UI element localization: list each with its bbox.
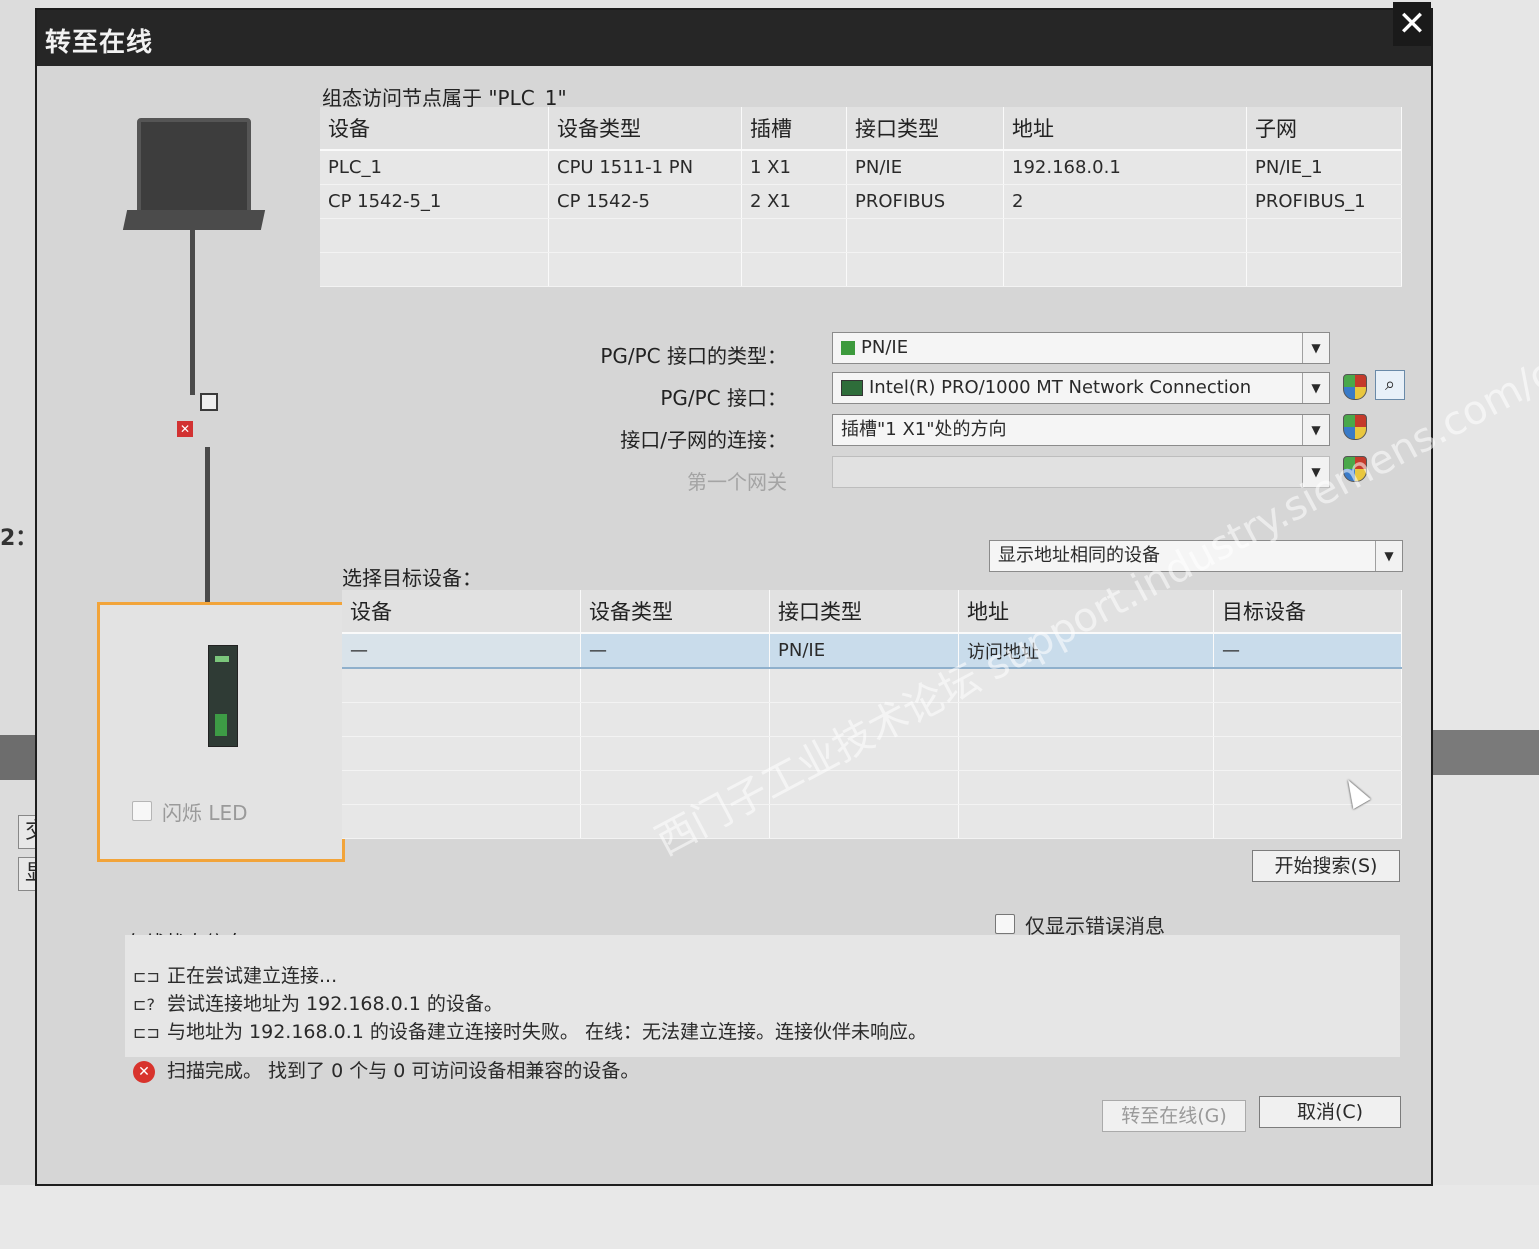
- table-row: [342, 804, 1402, 839]
- table-row: [342, 770, 1402, 805]
- table-cell: PN/IE_1: [1246, 150, 1402, 185]
- table-cell: CP 1542-5: [548, 184, 742, 219]
- pgpc-iface-label: PG/PC 接口：: [660, 386, 787, 410]
- errors-only-checkbox[interactable]: [995, 914, 1015, 934]
- status-message: ✕ 扫描完成。 找到了 0 个与 0 可访问设备相兼容的设备。: [133, 1056, 639, 1083]
- table-cell: PROFIBUS: [846, 184, 1004, 219]
- table-cell: CPU 1511-1 PN: [548, 150, 742, 185]
- config-col-slot[interactable]: 插槽: [741, 107, 847, 151]
- pg-laptop-icon: [137, 118, 251, 218]
- background-app-left: [0, 0, 40, 1249]
- table-cell: CP 1542-5_1: [320, 184, 549, 219]
- close-icon[interactable]: ✕: [1393, 2, 1431, 46]
- background-label: 2：: [0, 526, 38, 551]
- table-cell: PROFIBUS_1: [1246, 184, 1402, 219]
- table-cell[interactable]: 访问地址: [958, 632, 1214, 669]
- properties-shield-icon[interactable]: [1343, 414, 1367, 440]
- first-gateway-select: ▼: [832, 456, 1330, 488]
- target-filter-select[interactable]: 显示地址相同的设备 ▼: [989, 540, 1403, 572]
- config-col-address[interactable]: 地址: [1003, 107, 1247, 151]
- table-cell: PLC_1: [320, 150, 549, 185]
- flash-led-label: 闪烁 LED: [162, 801, 248, 825]
- network-icon: ⊏⊐: [133, 966, 160, 986]
- background-strip-right: [1433, 730, 1539, 775]
- connection-error-icon: ✕: [177, 421, 193, 437]
- network-icon: ⊏⊐: [133, 1022, 160, 1042]
- chevron-down-icon: ▼: [1302, 457, 1329, 487]
- pgpc-type-label: PG/PC 接口的类型：: [600, 344, 787, 368]
- chevron-down-icon[interactable]: ▼: [1302, 373, 1329, 403]
- status-message: ⊏⊐ 与地址为 192.168.0.1 的设备建立连接时失败。 在线：无法建立连接…: [133, 1021, 927, 1043]
- pgpc-iface-select[interactable]: Intel(R) PRO/1000 MT Network Connection …: [832, 372, 1330, 404]
- target-devices-heading: 选择目标设备：: [342, 566, 482, 590]
- config-col-subnet[interactable]: 子网: [1246, 107, 1402, 151]
- table-row: [342, 668, 1402, 703]
- table-cell: 2 X1: [741, 184, 847, 219]
- network-question-icon: ⊏?: [133, 994, 155, 1014]
- target-col-type[interactable]: 设备类型: [580, 590, 770, 634]
- table-row[interactable]: PLC_1 CPU 1511-1 PN 1 X1 PN/IE 192.168.0…: [320, 150, 1402, 185]
- cable-line: [190, 230, 195, 395]
- table-row: [320, 252, 1402, 287]
- table-row: [342, 736, 1402, 771]
- table-cell: PN/IE: [769, 632, 959, 669]
- target-device-panel: 闪烁 LED: [97, 602, 345, 862]
- subnet-connection-select[interactable]: 插槽"1 X1"处的方向 ▼: [832, 414, 1330, 446]
- properties-shield-icon[interactable]: [1343, 374, 1367, 400]
- error-icon: ✕: [133, 1060, 155, 1083]
- go-online-dialog: 转至在线 ✕ ✕ 闪烁 LED 组态访问节点属于 "PLC_1" 设备 设备类型…: [35, 2, 1539, 1186]
- first-gateway-label: 第一个网关: [687, 470, 787, 494]
- start-search-button[interactable]: 开始搜索(S): [1252, 850, 1400, 882]
- pg-laptop-base: [122, 210, 266, 230]
- config-col-device[interactable]: 设备: [320, 107, 549, 151]
- pgpc-type-value: PN/IE: [861, 337, 909, 358]
- table-cell: 2: [1003, 184, 1247, 219]
- properties-shield-icon[interactable]: [1343, 456, 1367, 482]
- dialog-titlebar: 转至在线: [37, 10, 1431, 66]
- chevron-down-icon[interactable]: ▼: [1375, 541, 1402, 571]
- config-table: 设备 设备类型 插槽 接口类型 地址 子网 PLC_1 CPU 1511-1 P…: [320, 107, 1402, 287]
- table-row: [320, 218, 1402, 253]
- table-row[interactable]: — — PN/IE 访问地址 —: [342, 632, 1402, 669]
- diagnostics-search-icon[interactable]: ⌕: [1375, 370, 1405, 400]
- background-app-right: [1433, 0, 1539, 730]
- target-devices-table: 设备 设备类型 接口类型 地址 目标设备 — — PN/IE 访问地址 —: [342, 590, 1402, 839]
- online-status-log: ⊏⊐ 正在尝试建立连接... ⊏? 尝试连接地址为 192.168.0.1 的设备。…: [125, 935, 1400, 1057]
- target-col-device[interactable]: 设备: [342, 590, 581, 634]
- pnie-icon: [841, 341, 855, 355]
- status-message: ⊏? 尝试连接地址为 192.168.0.1 的设备。: [133, 993, 503, 1015]
- cancel-button[interactable]: 取消(C): [1259, 1096, 1401, 1128]
- target-col-target[interactable]: 目标设备: [1213, 590, 1402, 634]
- target-filter-value: 显示地址相同的设备: [998, 545, 1160, 566]
- table-row[interactable]: CP 1542-5_1 CP 1542-5 2 X1 PROFIBUS 2 PR…: [320, 184, 1402, 219]
- subnet-connection-value: 插槽"1 X1"处的方向: [841, 419, 1007, 440]
- table-cell: —: [342, 632, 581, 669]
- table-cell: 1 X1: [741, 150, 847, 185]
- target-col-iface[interactable]: 接口类型: [769, 590, 959, 634]
- status-message: ⊏⊐ 正在尝试建立连接...: [133, 965, 338, 987]
- chevron-down-icon[interactable]: ▼: [1302, 415, 1329, 445]
- config-col-type[interactable]: 设备类型: [548, 107, 742, 151]
- config-col-iface[interactable]: 接口类型: [846, 107, 1004, 151]
- table-cell: —: [1213, 632, 1402, 669]
- table-cell: —: [580, 632, 770, 669]
- table-cell: 192.168.0.1: [1003, 150, 1247, 185]
- background-app-bottom: [0, 1185, 1539, 1249]
- plc-device-icon: [208, 645, 238, 747]
- flash-led-checkbox[interactable]: [132, 801, 152, 821]
- go-online-button[interactable]: 转至在线(G): [1102, 1100, 1246, 1132]
- connector-icon: [200, 393, 218, 411]
- pgpc-iface-value: Intel(R) PRO/1000 MT Network Connection: [869, 377, 1252, 398]
- table-cell: PN/IE: [846, 150, 1004, 185]
- table-row: [342, 702, 1402, 737]
- subnet-connection-label: 接口/子网的连接：: [620, 428, 787, 452]
- dialog-title: 转至在线: [45, 28, 154, 58]
- network-card-icon: [841, 380, 863, 396]
- target-col-address[interactable]: 地址: [958, 590, 1214, 634]
- pgpc-type-select[interactable]: PN/IE ▼: [832, 332, 1330, 364]
- chevron-down-icon[interactable]: ▼: [1302, 333, 1329, 363]
